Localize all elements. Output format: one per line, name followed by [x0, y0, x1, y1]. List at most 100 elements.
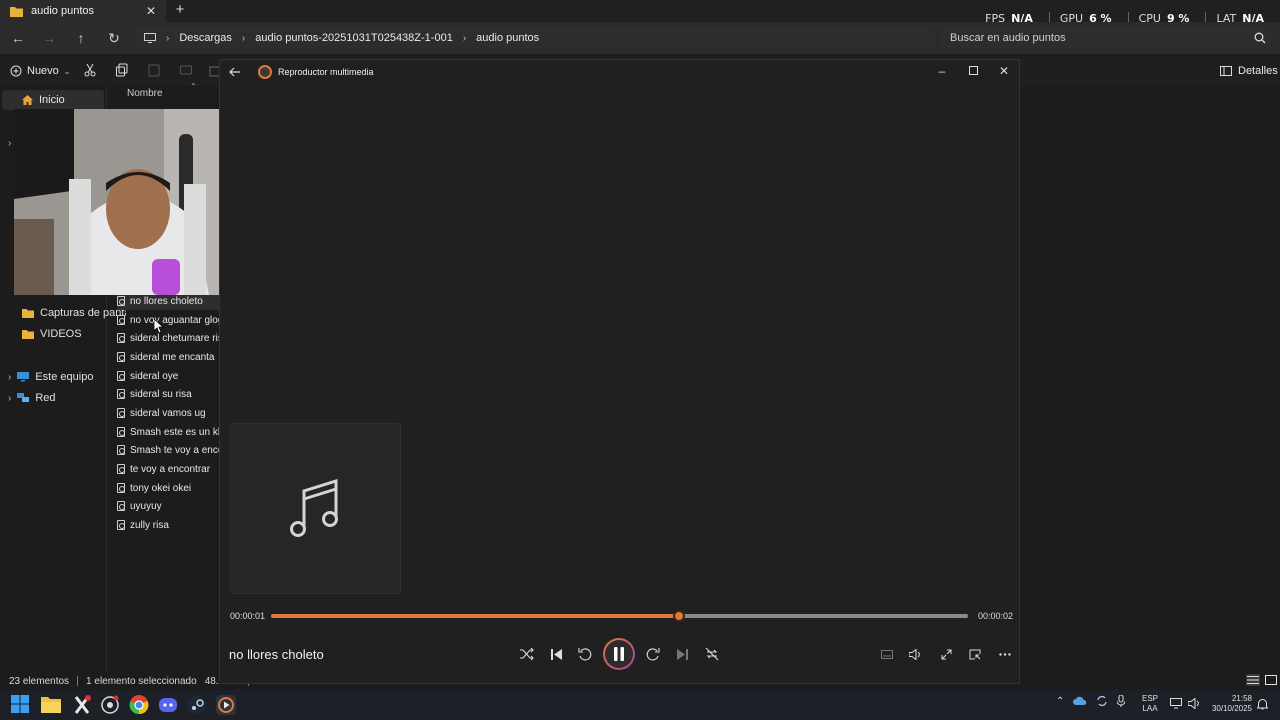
- list-item[interactable]: no voy aguantar gloglo: [117, 311, 221, 329]
- search-icon[interactable]: [1254, 32, 1266, 44]
- clock[interactable]: 21:58 30/10/2025: [1206, 694, 1252, 714]
- windows-start-icon[interactable]: [11, 695, 31, 715]
- new-button[interactable]: Nuevo ⌄: [10, 62, 71, 80]
- audio-file-icon: [117, 371, 125, 381]
- details-button[interactable]: Detalles: [1220, 62, 1278, 80]
- nav-item-this-pc[interactable]: › Este equipo: [8, 367, 112, 387]
- list-item[interactable]: sideral vamos ug: [117, 404, 221, 422]
- rename-icon[interactable]: [179, 63, 193, 77]
- fullscreen-icon[interactable]: [938, 646, 954, 662]
- nav-item-home[interactable]: Inicio: [2, 90, 104, 110]
- captions-icon[interactable]: [879, 646, 895, 662]
- onedrive-icon[interactable]: [1073, 696, 1087, 706]
- list-item[interactable]: uyuyuy: [117, 497, 221, 515]
- close-icon[interactable]: ✕: [994, 63, 1014, 79]
- nav-item-captures[interactable]: Capturas de pantall: [22, 303, 126, 323]
- play-pause-button[interactable]: [603, 638, 635, 670]
- media-player-taskbar-icon[interactable]: [216, 695, 236, 715]
- audio-file-icon: [117, 464, 125, 474]
- quick-settings[interactable]: [1170, 698, 1200, 709]
- paste-icon[interactable]: [147, 63, 161, 77]
- notification-bell-icon[interactable]: [1257, 698, 1268, 710]
- minimize-icon[interactable]: –: [932, 63, 952, 79]
- nav-home-label: Inicio: [39, 94, 65, 106]
- media-player-logo-icon: [258, 65, 272, 79]
- discord-icon[interactable]: [158, 695, 178, 715]
- nav-item-videos[interactable]: VIDEOS: [22, 324, 126, 344]
- repeat-off-icon[interactable]: [704, 646, 720, 662]
- monitor-icon: [17, 372, 30, 382]
- list-item[interactable]: Smash este es un kbraso: [117, 423, 221, 441]
- list-item[interactable]: sideral me encanta: [117, 348, 221, 366]
- expand-chevron-icon[interactable]: ›: [8, 138, 11, 149]
- audio-file-icon: [117, 520, 125, 530]
- now-playing-title: no llores choleto: [229, 647, 324, 662]
- previous-track-icon[interactable]: [548, 646, 564, 662]
- expand-chevron-icon: ›: [8, 371, 12, 383]
- copy-icon[interactable]: [115, 63, 129, 77]
- sync-icon[interactable]: [1096, 695, 1108, 707]
- tab-label: audio puntos: [31, 5, 94, 17]
- list-item[interactable]: sideral oye: [117, 367, 221, 385]
- chevron-down-icon: ⌄: [63, 66, 71, 76]
- breadcrumb-item[interactable]: audio puntos-20251031T025438Z-1-001: [255, 32, 453, 44]
- list-item[interactable]: sideral chetumare risa: [117, 329, 221, 347]
- audio-file-icon: [117, 333, 125, 343]
- tiles-view-icon[interactable]: [1264, 674, 1278, 686]
- audio-file-icon: [117, 389, 125, 399]
- new-label: Nuevo: [27, 65, 59, 77]
- forward-arrow-icon[interactable]: →: [38, 27, 60, 49]
- network-display-icon: [1170, 698, 1182, 709]
- seek-handle[interactable]: [672, 610, 685, 622]
- refresh-icon[interactable]: ↻: [103, 27, 125, 49]
- view-toggle: [1246, 674, 1278, 686]
- system-tray: ⌃: [1056, 695, 1126, 707]
- search-placeholder: Buscar en audio puntos: [950, 32, 1066, 44]
- clock-date: 30/10/2025: [1211, 704, 1252, 713]
- list-item[interactable]: tony okei okei: [117, 479, 221, 497]
- list-item[interactable]: sideral su risa: [117, 385, 221, 403]
- back-arrow-icon[interactable]: ←: [7, 27, 29, 49]
- player-title: Reproductor multimedia: [278, 67, 374, 77]
- sort-up-icon: ⌃: [190, 82, 197, 91]
- mini-player-icon[interactable]: [967, 646, 983, 662]
- obs-icon[interactable]: [100, 695, 120, 715]
- rewind-10-icon[interactable]: [577, 646, 593, 662]
- steam-icon[interactable]: [187, 695, 207, 715]
- nav-this-pc-label: Este equipo: [35, 371, 94, 383]
- details-label: Detalles: [1238, 65, 1278, 77]
- chrome-icon[interactable]: [129, 695, 149, 715]
- nav-captures-label: Capturas de pantall: [40, 307, 126, 319]
- breadcrumb-item[interactable]: Descargas: [179, 32, 232, 44]
- column-header-name[interactable]: Nombre: [127, 88, 163, 99]
- app-icon-x[interactable]: [72, 695, 92, 715]
- list-item[interactable]: Smash te voy a encontrar: [117, 441, 221, 459]
- chevron-right-icon: ›: [166, 32, 170, 44]
- file-explorer-icon[interactable]: [41, 695, 61, 715]
- folder-icon: [22, 329, 34, 339]
- more-options-icon[interactable]: [997, 646, 1013, 662]
- microphone-icon[interactable]: [1117, 695, 1126, 707]
- search-input[interactable]: Buscar en audio puntos: [941, 27, 1271, 49]
- up-arrow-icon[interactable]: ↑: [70, 27, 92, 49]
- tab-audio-puntos[interactable]: audio puntos: [0, 0, 166, 22]
- album-art-placeholder: [230, 423, 401, 594]
- back-arrow-icon[interactable]: [229, 66, 241, 78]
- cut-icon[interactable]: [83, 63, 97, 77]
- new-tab-icon[interactable]: +: [172, 2, 188, 18]
- breadcrumb-item[interactable]: audio puntos: [476, 32, 539, 44]
- forward-30-icon[interactable]: [645, 646, 661, 662]
- chevron-right-icon: ›: [241, 32, 246, 44]
- next-track-icon[interactable]: [674, 646, 690, 662]
- volume-icon[interactable]: [907, 646, 923, 662]
- tab-close-icon[interactable]: ✕: [144, 4, 158, 18]
- breadcrumb[interactable]: › Descargas › audio puntos-20251031T0254…: [136, 27, 934, 49]
- shuffle-icon[interactable]: [519, 646, 535, 662]
- list-item[interactable]: zully risa: [117, 516, 221, 534]
- chevron-up-icon[interactable]: ⌃: [1056, 696, 1064, 707]
- maximize-icon[interactable]: [963, 63, 983, 79]
- language-indicator[interactable]: ESP LAA: [1142, 694, 1158, 714]
- details-view-icon[interactable]: [1246, 674, 1260, 686]
- list-item[interactable]: te voy a encontrar: [117, 460, 221, 478]
- nav-item-network[interactable]: › Red: [8, 388, 112, 408]
